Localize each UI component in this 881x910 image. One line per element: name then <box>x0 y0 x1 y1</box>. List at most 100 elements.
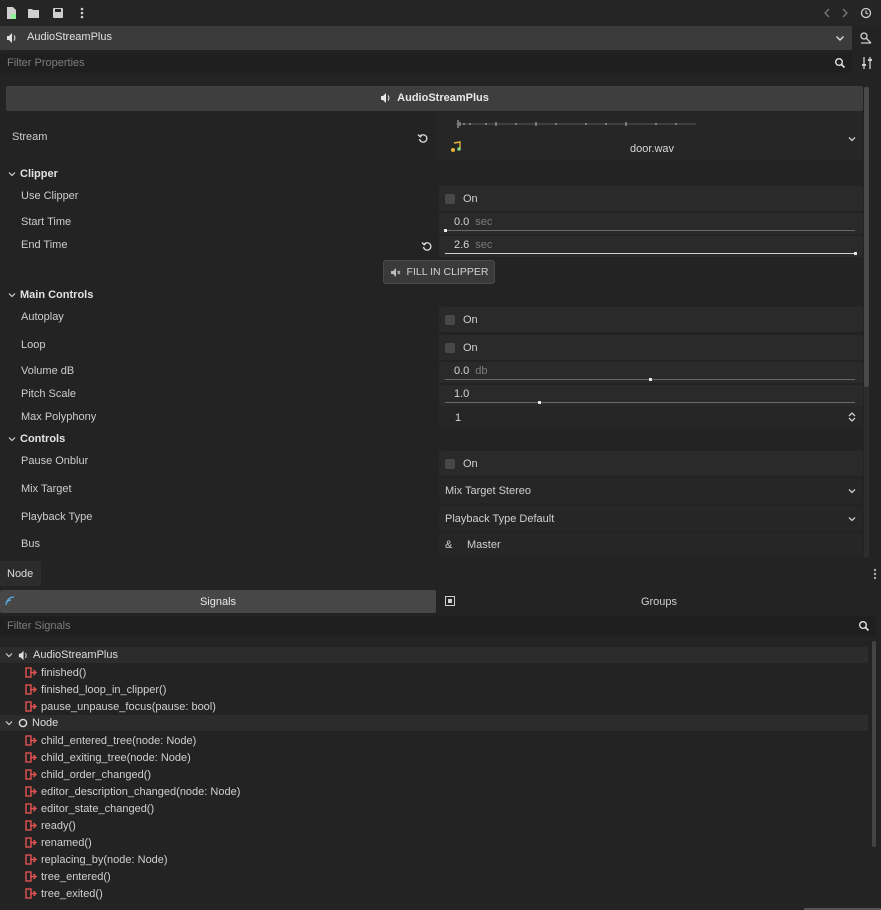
scrollbar-thumb[interactable] <box>864 87 869 387</box>
group-name: Node <box>32 717 59 729</box>
signal-row[interactable]: ready() <box>25 817 76 834</box>
history-forward-icon[interactable] <box>838 6 852 20</box>
audio-speaker-icon <box>6 32 18 44</box>
signal-connect-icon <box>25 735 37 746</box>
chevron-down-icon <box>847 486 857 496</box>
signal-group-audiostreamplus[interactable]: AudioStreamPlus <box>0 647 868 663</box>
pause-onblur-checkbox[interactable]: On <box>439 451 863 476</box>
use-clipper-checkbox[interactable]: On <box>439 186 863 211</box>
slider-value: 0.0 db <box>454 365 488 377</box>
signal-row[interactable]: renamed() <box>25 834 92 851</box>
slider-track <box>445 253 855 254</box>
inspector-panel: AudioStreamPlus Stream door.wav Clipper … <box>0 84 864 558</box>
volume-db-slider[interactable]: 0.0 db <box>439 362 863 383</box>
signal-name: editor_state_changed() <box>41 802 155 815</box>
property-tools-icon[interactable] <box>860 56 874 70</box>
bus-prefix: & <box>445 539 453 551</box>
inspector-toolbar <box>0 0 881 26</box>
section-controls[interactable]: Controls <box>8 433 65 445</box>
signal-connect-icon <box>25 803 37 814</box>
volume-db-label: Volume dB <box>21 365 75 377</box>
mix-target-dropdown[interactable]: Mix Target Stereo <box>439 478 863 503</box>
bus-label: Bus <box>21 538 40 550</box>
open-folder-icon[interactable] <box>27 6 41 20</box>
autoplay-label: Autoplay <box>21 311 64 323</box>
playback-type-dropdown[interactable]: Playback Type Default <box>439 506 863 531</box>
tab-node[interactable]: Node <box>0 561 41 586</box>
signal-row[interactable]: editor_description_changed(node: Node) <box>25 783 240 800</box>
signal-row[interactable]: editor_state_changed() <box>25 800 154 817</box>
slider-knob[interactable] <box>444 229 447 232</box>
filter-properties <box>0 53 852 73</box>
save-icon[interactable] <box>51 6 65 20</box>
signal-row[interactable]: pause_unpause_focus(pause: bool) <box>25 698 216 715</box>
filter-signals-input[interactable] <box>0 616 876 636</box>
inspector-scrollbar[interactable] <box>864 87 869 557</box>
slider-track <box>445 230 855 231</box>
autoplay-checkbox[interactable]: On <box>439 307 863 332</box>
inspector-header-title: AudioStreamPlus <box>397 92 489 104</box>
signal-row[interactable]: child_order_changed() <box>25 766 151 783</box>
bus-field[interactable]: & Master <box>439 533 863 556</box>
signal-name: tree_exited() <box>41 887 103 900</box>
more-options-icon[interactable] <box>75 6 89 20</box>
pitch-scale-slider[interactable]: 1.0 <box>439 385 863 406</box>
signals-scrollbar[interactable] <box>872 641 876 847</box>
section-clipper[interactable]: Clipper <box>8 168 58 180</box>
end-time-label: End Time <box>21 239 68 251</box>
search-icon <box>834 57 846 69</box>
signal-row[interactable]: child_exiting_tree(node: Node) <box>25 749 191 766</box>
bus-value: Master <box>467 539 501 551</box>
slider-knob[interactable] <box>854 252 857 255</box>
signal-row[interactable]: finished_loop_in_clipper() <box>25 681 166 698</box>
signal-row[interactable]: tree_exited() <box>25 885 103 902</box>
signal-name: finished() <box>41 666 87 679</box>
inspector-header: AudioStreamPlus <box>6 86 863 111</box>
signal-name: ready() <box>41 819 76 832</box>
history-icon[interactable] <box>859 6 873 20</box>
reset-icon[interactable] <box>421 240 433 252</box>
max-polyphony-spinbox[interactable]: 1 <box>439 406 863 429</box>
history-back-icon[interactable] <box>820 6 834 20</box>
up-down-arrows-icon[interactable] <box>847 411 857 423</box>
playback-type-label: Playback Type <box>21 511 93 523</box>
fill-in-clipper-button[interactable]: FILL IN CLIPPER <box>383 260 495 284</box>
signal-row[interactable]: replacing_by(node: Node) <box>25 851 168 868</box>
resource-selector[interactable]: AudioStreamPlus <box>0 26 852 50</box>
use-clipper-label: Use Clipper <box>21 190 79 202</box>
chevron-down-icon <box>847 514 857 524</box>
checkbox-label: On <box>463 458 478 470</box>
audio-speaker-icon <box>380 92 392 104</box>
checkbox-icon <box>445 459 455 469</box>
tab-groups[interactable]: Groups <box>437 590 881 613</box>
chevron-down-icon <box>8 170 16 178</box>
signal-row[interactable]: child_entered_tree(node: Node) <box>25 732 196 749</box>
filter-properties-input[interactable] <box>0 53 852 73</box>
signal-name: finished_loop_in_clipper() <box>41 683 167 696</box>
stream-label: Stream <box>12 131 48 143</box>
end-time-slider[interactable]: 2.6 sec <box>439 236 863 257</box>
speaker-mute-icon <box>390 267 401 278</box>
start-time-slider[interactable]: 0.0 sec <box>439 213 863 234</box>
new-resource-icon[interactable] <box>4 6 18 20</box>
section-main-controls[interactable]: Main Controls <box>8 289 93 301</box>
signal-row[interactable]: tree_entered() <box>25 868 111 885</box>
more-options-icon[interactable] <box>872 567 878 581</box>
slider-knob[interactable] <box>538 401 542 404</box>
signal-group-node[interactable]: Node <box>0 715 868 731</box>
object-properties-icon[interactable] <box>858 30 874 46</box>
slider-knob[interactable] <box>649 378 652 381</box>
stream-resource-picker[interactable]: door.wav <box>436 111 863 161</box>
reset-icon[interactable] <box>417 132 429 144</box>
chevron-down-icon[interactable] <box>847 134 857 144</box>
loop-checkbox[interactable]: On <box>439 335 863 360</box>
chevron-down-icon <box>834 32 846 44</box>
tab-signals[interactable]: Signals <box>0 590 436 613</box>
signal-connect-icon <box>25 888 37 899</box>
chevron-down-icon <box>5 651 13 659</box>
signal-name: editor_description_changed(node: Node) <box>41 785 241 798</box>
signal-row[interactable]: finished() <box>25 664 86 681</box>
waveform-preview <box>456 120 696 128</box>
signal-connect-icon <box>25 752 37 763</box>
max-polyphony-label: Max Polyphony <box>21 411 97 423</box>
